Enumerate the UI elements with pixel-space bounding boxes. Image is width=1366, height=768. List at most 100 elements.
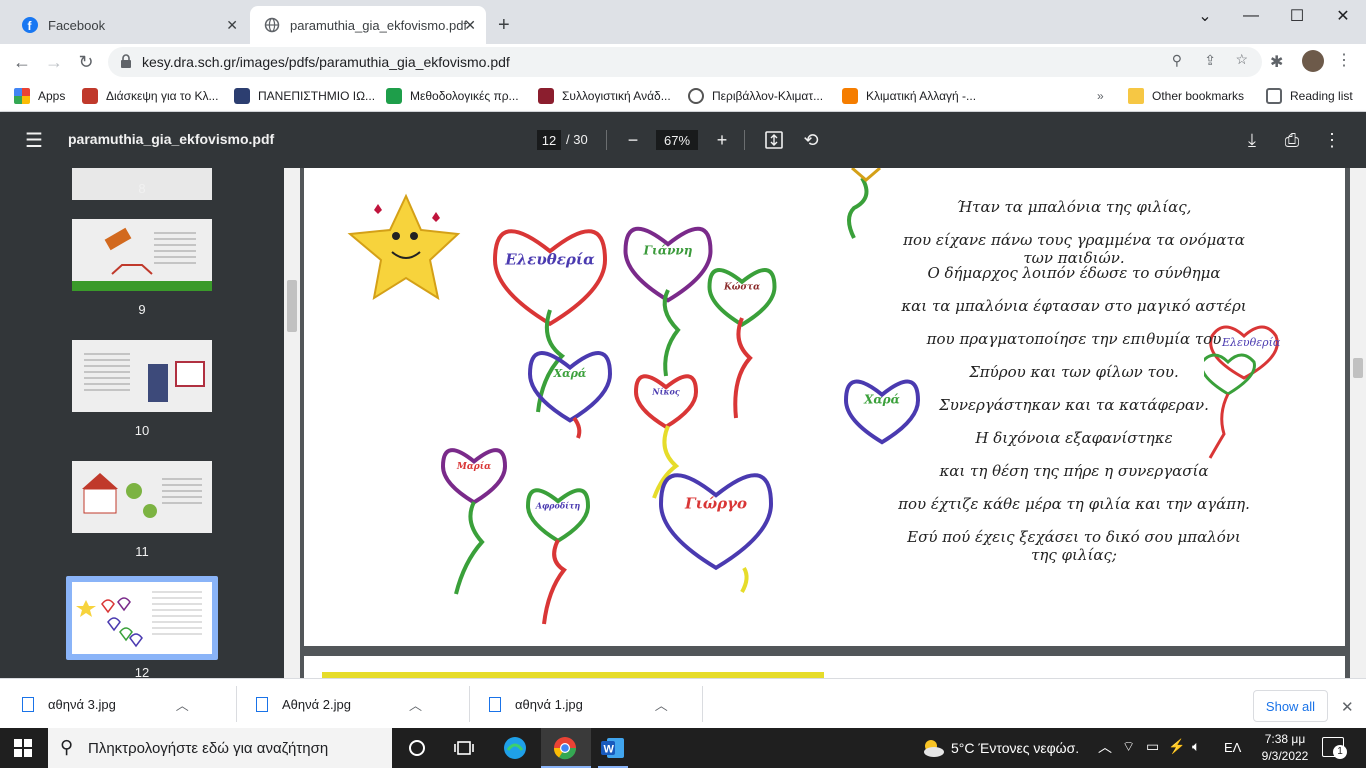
pdf-title: paramuthia_gia_ekfovismo.pdf bbox=[68, 131, 275, 147]
show-all-downloads-button[interactable]: Show all bbox=[1253, 690, 1328, 722]
download-icon[interactable]: ⤓ bbox=[1238, 126, 1266, 154]
bookmark-item[interactable]: Κλιματική Αλλαγή -... bbox=[842, 84, 976, 108]
menu-icon[interactable]: ⋮ bbox=[1336, 50, 1352, 70]
bookmark-item[interactable]: Μεθοδολογικές πρ... bbox=[386, 84, 519, 108]
page-thumbnail[interactable] bbox=[72, 219, 212, 291]
poem-line: Ήταν τα μπαλόνια της φιλίας, bbox=[956, 198, 1192, 216]
poem-line: και τα μπαλόνια έφτασαν στο μαγικό αστέρ… bbox=[901, 297, 1247, 315]
facebook-icon: f bbox=[22, 17, 38, 33]
reload-button[interactable]: ↻ bbox=[74, 50, 98, 74]
download-item[interactable]: αθηνά 3.jpg ︿ bbox=[22, 692, 189, 716]
volume-icon[interactable]: 🔈︎ bbox=[1192, 738, 1200, 755]
page-number-input[interactable]: 12 bbox=[537, 130, 561, 150]
poem-line: που πραγματοποίησε την επιθυμία του bbox=[926, 330, 1222, 348]
bookmark-favicon-icon bbox=[386, 88, 402, 104]
page-thumbnail-current[interactable] bbox=[72, 582, 212, 654]
thumbnail-number: 11 bbox=[135, 544, 149, 559]
edge-icon[interactable] bbox=[500, 734, 530, 762]
forward-button[interactable]: → bbox=[42, 50, 66, 74]
print-icon[interactable]: ⎙ bbox=[1278, 126, 1306, 154]
tab-title: Facebook bbox=[48, 17, 106, 33]
meet-now-icon[interactable]: ▭ bbox=[1146, 738, 1159, 755]
tab-pdf[interactable]: paramuthia_gia_ekfovismo.pdf ✕ bbox=[250, 6, 486, 44]
weather-text[interactable]: 5°C Έντονες νεφώσ. bbox=[951, 740, 1079, 756]
download-item[interactable]: αθηνά 1.jpg ︿ bbox=[489, 692, 668, 716]
bookmark-star-icon[interactable]: ☆ bbox=[1235, 51, 1248, 68]
reading-list-icon bbox=[1266, 88, 1282, 104]
bookmark-favicon-icon bbox=[234, 88, 250, 104]
maximize-button[interactable]: ☐ bbox=[1274, 0, 1320, 32]
tab-search-icon[interactable]: ⌄ bbox=[1182, 0, 1228, 32]
taskbar-search-box[interactable]: ⚲ Πληκτρολογήστε εδώ για αναζήτηση bbox=[48, 728, 392, 768]
bookmark-favicon-icon bbox=[842, 88, 858, 104]
minimize-button[interactable]: — bbox=[1228, 0, 1274, 32]
rotate-icon[interactable]: ⟲ bbox=[797, 126, 825, 154]
close-tab-icon[interactable]: ✕ bbox=[226, 17, 238, 34]
download-item[interactable]: Αθηνά 2.jpg ︿ bbox=[256, 692, 422, 716]
weather-icon[interactable] bbox=[920, 737, 946, 764]
toolbar-divider bbox=[606, 130, 607, 150]
close-downloads-icon[interactable]: ✕ bbox=[1341, 698, 1354, 716]
lock-icon bbox=[120, 54, 132, 71]
pdf-page-next bbox=[304, 656, 1345, 678]
chevron-up-icon[interactable]: ︿ bbox=[409, 695, 422, 714]
back-button[interactable]: ← bbox=[10, 50, 34, 74]
new-tab-button[interactable]: + bbox=[498, 14, 510, 37]
bookmark-item[interactable]: Διάσκεψη για το Κλ... bbox=[82, 84, 218, 108]
zoom-level-input[interactable]: 67% bbox=[656, 130, 698, 150]
tray-chevron-up-icon[interactable]: ︿ bbox=[1098, 737, 1112, 757]
sidebar-scrollbar[interactable] bbox=[284, 168, 300, 678]
address-bar[interactable]: kesy.dra.sch.gr/images/pdfs/paramuthia_g… bbox=[108, 47, 1262, 77]
fit-page-icon[interactable] bbox=[760, 126, 788, 154]
task-view-icon[interactable] bbox=[449, 734, 479, 762]
chevron-up-icon[interactable]: ︿ bbox=[655, 695, 668, 714]
share-icon[interactable]: ⇪ bbox=[1204, 52, 1216, 69]
bookmark-item[interactable]: ΠΑΝΕΠΙΣΤΗΜΙΟ ΙΩ... bbox=[234, 84, 375, 108]
thumbnail-number: 10 bbox=[134, 423, 150, 438]
close-tab-icon[interactable]: ✕ bbox=[464, 17, 476, 34]
page-scrollbar[interactable] bbox=[1350, 168, 1366, 678]
more-options-icon[interactable]: ⋮ bbox=[1318, 126, 1346, 154]
word-icon[interactable]: W bbox=[598, 734, 628, 762]
zoom-out-icon[interactable]: − bbox=[619, 126, 647, 154]
bookmark-other[interactable]: Other bookmarks bbox=[1128, 84, 1244, 108]
clock-date[interactable]: 9/3/2022 bbox=[1253, 749, 1317, 763]
download-divider bbox=[469, 686, 470, 722]
download-divider bbox=[702, 686, 703, 722]
cortana-icon[interactable] bbox=[402, 734, 432, 762]
notification-count: 1 bbox=[1333, 745, 1347, 759]
poem-line: που έχτιζε κάθε μέρα τη φιλία και την αγ… bbox=[898, 495, 1250, 513]
avatar[interactable] bbox=[1302, 50, 1324, 72]
zoom-icon[interactable]: ⚲ bbox=[1172, 52, 1182, 69]
input-language[interactable]: ΕΛ bbox=[1224, 740, 1241, 755]
pdf-page: Ελευθερία Γιάννη Κώστα Χαρά Νίκος Μαρία Αφροδί… bbox=[304, 168, 1345, 646]
page-thumbnail[interactable] bbox=[72, 340, 212, 412]
network-icon[interactable]: ⌔ bbox=[1122, 738, 1135, 756]
tab-facebook[interactable]: f Facebook ✕ bbox=[8, 6, 248, 44]
close-window-button[interactable]: ✕ bbox=[1320, 0, 1366, 32]
notifications-icon[interactable]: 1 bbox=[1322, 737, 1347, 759]
bookmark-item[interactable]: Περιβάλλον-Κλιματ... bbox=[688, 84, 823, 108]
bookmarks-overflow-icon[interactable]: » bbox=[1097, 84, 1104, 108]
clock-time[interactable]: 7:38 μμ bbox=[1257, 732, 1313, 746]
poem-line: Ο δήμαρχος λοιπόν έδωσε το σύνθημα bbox=[927, 264, 1221, 282]
scrollbar-thumb[interactable] bbox=[1353, 358, 1363, 378]
chrome-icon[interactable] bbox=[550, 734, 580, 762]
bookmark-item[interactable]: Συλλογιστική Ανάδ... bbox=[538, 84, 671, 108]
url-text: kesy.dra.sch.gr/images/pdfs/paramuthia_g… bbox=[142, 54, 510, 70]
page-thumbnail[interactable] bbox=[72, 461, 212, 533]
hamburger-menu-icon[interactable]: ☰ bbox=[20, 126, 48, 154]
thumbnail-number: 12 bbox=[134, 665, 150, 678]
bookmark-reading-list[interactable]: Reading list bbox=[1266, 84, 1353, 108]
svg-text:W: W bbox=[604, 744, 615, 756]
thumbnail-number: 8 bbox=[138, 181, 146, 196]
page-total: / 30 bbox=[566, 132, 588, 147]
extensions-icon[interactable]: ✱ bbox=[1270, 52, 1283, 72]
bookmark-apps[interactable]: Apps bbox=[14, 84, 65, 108]
windows-start-icon[interactable] bbox=[14, 739, 32, 762]
scrollbar-thumb[interactable] bbox=[287, 280, 297, 332]
zoom-in-icon[interactable]: + bbox=[708, 126, 736, 154]
poem-line: και τη θέση της πήρε η συνεργασία bbox=[939, 462, 1209, 480]
chevron-up-icon[interactable]: ︿ bbox=[176, 695, 189, 714]
battery-icon[interactable]: ⚡ bbox=[1168, 738, 1185, 755]
